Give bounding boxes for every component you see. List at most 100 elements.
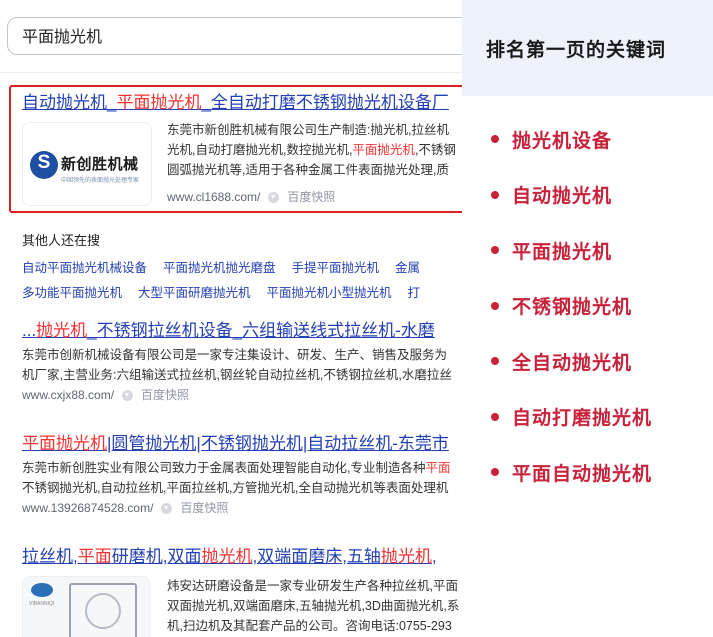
- description-line: 炜安达研磨设备是一家专业研发生产各种拉丝机,平面: [167, 576, 462, 596]
- keyword-item: 全自动抛光机: [491, 349, 633, 374]
- description-line: 双面抛光机,双端面磨床,五轴抛光机,3D曲面抛光机,系: [167, 596, 462, 616]
- keyword-label: 平面抛光机: [512, 241, 613, 263]
- description-line: 不锈钢抛光机,自动拉丝机,平面拉丝机,方管抛光机,全自动抛光机等表面处理机: [22, 478, 462, 498]
- title-segment: 平面: [77, 547, 112, 566]
- result-1-url-line: www.cl1688.com/ 百度快照: [167, 187, 335, 207]
- dropdown-icon[interactable]: [268, 191, 280, 203]
- desc-segment: 光机,自动打磨抛光机,数控抛光机,: [167, 143, 353, 157]
- search-input[interactable]: [22, 26, 442, 44]
- desc-segment: 机厂家,主营业务:六组输送式拉丝机,钢丝轮自动拉丝机,不锈钢拉丝机,水磨拉丝: [22, 368, 452, 382]
- related-search-link[interactable]: 大型平面研磨抛光机: [138, 286, 251, 300]
- related-search-link[interactable]: 平面抛光机小型抛光机: [267, 286, 392, 300]
- desc-segment: 平面抛光机: [352, 143, 415, 157]
- keyword-item: 不锈钢抛光机: [491, 294, 632, 318]
- panel-title: 排名第一页的关键词: [486, 40, 667, 61]
- title-segment: |圆管抛光机|不锈钢抛光机|自动拉丝机-东莞市: [107, 434, 449, 453]
- keyword-item: 抛光机设备: [491, 127, 612, 152]
- result-1-snapshot[interactable]: 百度快照: [287, 187, 335, 207]
- result-1-url[interactable]: www.cl1688.com/: [167, 187, 260, 207]
- title-segment: 平面抛光机: [22, 434, 107, 453]
- related-row-1: 自动平面抛光机械设备 平面抛光机抛光磨盘 手提平面抛光机 金属: [22, 257, 436, 276]
- desc-segment: 双面抛光机,双端面磨床,五轴抛光机,3D曲面抛光机,系: [167, 599, 460, 613]
- title-segment: 拉丝机,: [22, 547, 78, 566]
- result-2-title[interactable]: ...抛光机_不锈钢拉丝机设备_六组输送线式拉丝机-水磨: [22, 320, 462, 342]
- description-line: 光机,自动打磨抛光机,数控抛光机,平面抛光机,不锈钢: [167, 140, 462, 160]
- keyword-item: 平面自动抛光机: [491, 460, 652, 485]
- related-heading: 其他人还在搜: [22, 233, 101, 248]
- search-box[interactable]: [7, 17, 462, 55]
- result-4: 拉丝机,平面研磨机,双面抛光机,双端面磨床,五轴抛光机,: [22, 546, 462, 568]
- title-segment: 平面抛光机: [116, 93, 202, 112]
- keyword-label: 自动打磨抛光机: [512, 408, 653, 429]
- description-line: 东莞市新创胜实业有限公司致力于金属表面处理智能自动化,专业制造各种平面: [22, 458, 462, 478]
- result-2-url[interactable]: www.cxjx88.com/: [22, 385, 114, 405]
- related-row-2: 多功能平面抛光机 大型平面研磨抛光机 平面抛光机小型抛光机 打: [22, 282, 436, 301]
- description-line: 机厂家,主营业务:六组输送式拉丝机,钢丝轮自动拉丝机,不锈钢拉丝机,水磨拉丝: [22, 365, 462, 385]
- bullet-icon: [491, 468, 499, 476]
- result-4-thumbnail[interactable]: VIBANNIQI: [22, 576, 150, 637]
- result-4-description: 炜安达研磨设备是一家专业研发生产各种拉丝机,平面 双面抛光机,双端面磨床,五轴抛光…: [167, 576, 462, 636]
- keyword-item: 自动抛光机: [491, 183, 612, 207]
- result-3-snapshot[interactable]: 百度快照: [180, 498, 228, 518]
- result-1-logo[interactable]: 新创胜机械 中国领先的表面抛光处理专家: [22, 122, 152, 206]
- result-3-title[interactable]: 平面抛光机|圆管抛光机|不锈钢抛光机|自动拉丝机-东莞市: [22, 433, 462, 455]
- dropdown-icon[interactable]: [161, 502, 173, 514]
- title-segment: 抛光机: [201, 547, 253, 566]
- desc-segment: ,不锈钢: [414, 143, 456, 157]
- panel-header: 排名第一页的关键词: [462, 0, 713, 96]
- desc-segment: 圆弧抛光机等,适用于各种金属工件表面抛光处理,质: [167, 163, 449, 177]
- keyword-panel: 排名第一页的关键词 抛光机设备自动抛光机平面抛光机不锈钢抛光机 全自动抛光机 自动打…: [462, 0, 713, 637]
- bullet-icon: [491, 412, 499, 421]
- related-search-link[interactable]: 打: [408, 286, 421, 300]
- title-segment: 抛光机: [380, 547, 432, 566]
- machine-image-icon: [69, 583, 137, 637]
- description-line: 东莞市新创胜机械有限公司生产制造:抛光机,拉丝机: [167, 120, 462, 140]
- title-segment: _不锈钢拉丝机设备_六组输送线式拉丝机-水磨: [87, 321, 435, 340]
- bullet-icon: [491, 246, 499, 254]
- related-search-link[interactable]: 平面抛光机抛光磨盘: [163, 261, 276, 275]
- desc-segment: 东莞市新创胜机械有限公司生产制造:抛光机,拉丝机: [167, 123, 449, 137]
- bullet-icon: [491, 357, 499, 365]
- keyword-item: 自动打磨抛光机: [491, 405, 652, 429]
- title-segment: ,双端面磨床,五轴: [252, 547, 381, 566]
- keyword-item: 平面抛光机: [491, 238, 613, 263]
- result-2: ...抛光机_不锈钢拉丝机设备_六组输送线式拉丝机-水磨 东莞市创新机械设备有限…: [22, 320, 462, 405]
- keyword-label: 自动抛光机: [512, 186, 613, 207]
- desc-segment: 平面: [425, 461, 451, 475]
- related-search-link[interactable]: 自动平面抛光机械设备: [22, 261, 147, 275]
- thumbnail-caption: VIBANNIQI: [29, 601, 55, 607]
- desc-segment: 机,扫边机及其配套产品的公司。咨询电话:0755-293: [167, 619, 452, 633]
- result-1-title[interactable]: 自动抛光机_平面抛光机_全自动打磨不锈钢抛光机设备厂: [22, 92, 462, 114]
- brand-logo-icon: [30, 151, 58, 179]
- description-line: 圆弧抛光机等,适用于各种金属工件表面抛光处理,质: [167, 160, 462, 180]
- bullet-icon: [491, 301, 499, 310]
- result-1: 自动抛光机_平面抛光机_全自动打磨不锈钢抛光机设备厂: [22, 92, 462, 114]
- desc-segment: 炜安达研磨设备是一家专业研发生产各种拉丝机,平面: [167, 579, 458, 593]
- related-search-link[interactable]: 多功能平面抛光机: [22, 286, 122, 300]
- title-segment: _全自动打磨不锈钢抛光机设备厂: [201, 93, 449, 112]
- result-3-url[interactable]: www.13926874528.com/: [22, 498, 153, 518]
- result-3-url-line: www.13926874528.com/ 百度快照: [22, 498, 462, 518]
- keyword-label: 全自动抛光机: [512, 352, 633, 374]
- result-2-description: 东莞市创新机械设备有限公司是一家专注集设计、研发、生产、销售及服务为 机厂家,主营…: [22, 345, 462, 385]
- title-segment: 抛光机: [36, 321, 88, 340]
- desc-segment: 东莞市新创胜实业有限公司致力于金属表面处理智能自动化,专业制造各种: [22, 461, 426, 475]
- result-4-title[interactable]: 拉丝机,平面研磨机,双面抛光机,双端面磨床,五轴抛光机,: [22, 546, 462, 568]
- title-segment: ...: [22, 321, 37, 340]
- result-2-url-line: www.cxjx88.com/ 百度快照: [22, 385, 462, 405]
- keyword-label: 不锈钢抛光机: [512, 297, 633, 318]
- logo-tagline: 中国领先的表面抛光处理专家: [61, 178, 140, 184]
- desc-segment: 东莞市创新机械设备有限公司是一家专注集设计、研发、生产、销售及服务为: [22, 348, 448, 362]
- description-line: 机,扫边机及其配套产品的公司。咨询电话:0755-293: [167, 616, 462, 636]
- title-segment: 自动抛光机: [22, 93, 107, 112]
- dropdown-icon[interactable]: [122, 389, 134, 401]
- result-1-description: 东莞市新创胜机械有限公司生产制造:抛光机,拉丝机 光机,自动打磨抛光机,数控抛光机…: [167, 120, 462, 180]
- result-3-description: 东莞市新创胜实业有限公司致力于金属表面处理智能自动化,专业制造各种平面不锈钢抛光…: [22, 458, 462, 498]
- desc-segment: 不锈钢抛光机,自动拉丝机,平面拉丝机,方管抛光机,全自动抛光机等表面处理机: [22, 481, 449, 495]
- related-search-link[interactable]: 手提平面抛光机: [292, 261, 380, 275]
- related-search-link[interactable]: 金属: [395, 261, 420, 275]
- title-segment: ,: [431, 547, 437, 566]
- result-2-snapshot[interactable]: 百度快照: [141, 385, 189, 405]
- description-line: 东莞市创新机械设备有限公司是一家专注集设计、研发、生产、销售及服务为: [22, 345, 462, 365]
- title-segment: 研磨机,双面: [111, 547, 202, 566]
